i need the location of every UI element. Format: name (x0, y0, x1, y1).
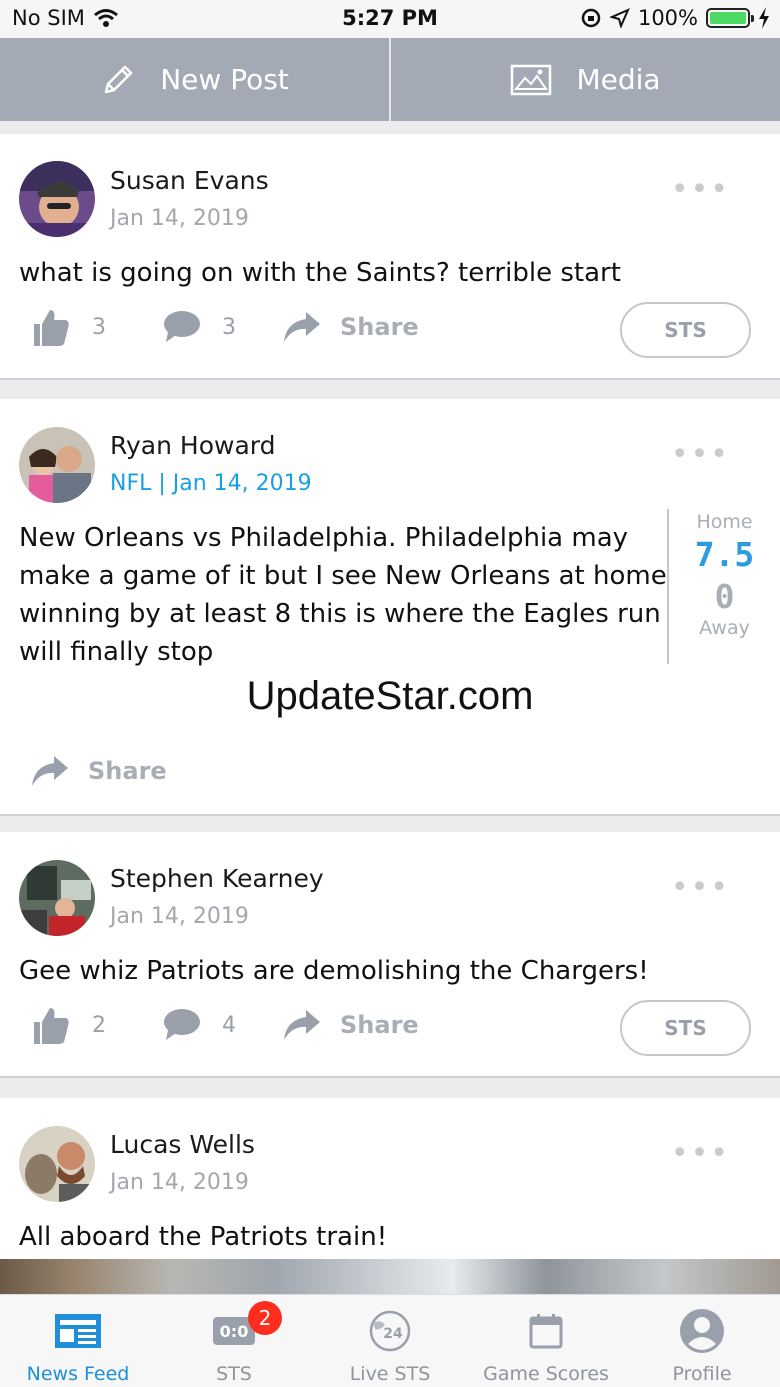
new-post-button[interactable]: New Post (0, 38, 389, 121)
tab-sts[interactable]: 0:0 2 STS (156, 1295, 312, 1387)
post-text: Gee whiz Patriots are demolishing the Ch… (19, 956, 649, 986)
avatar[interactable] (19, 1126, 95, 1202)
post-date: Jan 14, 2019 (110, 904, 249, 929)
comment-count: 3 (222, 314, 236, 340)
post-card: Ryan Howard NFL | Jan 14, 2019 ••• New O… (0, 399, 780, 816)
avatar[interactable] (19, 427, 95, 503)
share-button[interactable]: Share (282, 1008, 419, 1042)
thumbs-up-icon (34, 1008, 69, 1044)
globe-24-icon: 24 (369, 1310, 411, 1352)
share-arrow-icon (32, 756, 68, 786)
thumbs-up-icon (34, 310, 69, 346)
profile-icon (680, 1309, 724, 1353)
share-arrow-icon (284, 1010, 320, 1040)
comment-bubble-icon (164, 1009, 200, 1040)
tab-label: Profile (672, 1363, 732, 1385)
avatar[interactable] (19, 860, 95, 936)
author-name[interactable]: Ryan Howard (110, 431, 275, 460)
orientation-lock-icon (581, 8, 601, 28)
sts-button[interactable]: STS (620, 302, 751, 358)
like-count: 2 (92, 1012, 106, 1038)
like-button[interactable]: 3 (30, 306, 106, 348)
watermark: UpdateStar.com (246, 674, 534, 718)
comment-button[interactable]: 3 (162, 310, 236, 344)
home-score: 7.5 (694, 535, 755, 574)
pencil-icon (104, 65, 133, 93)
comment-button[interactable]: 4 (162, 1008, 236, 1042)
battery-icon (706, 8, 754, 28)
post-date: Jan 14, 2019 (110, 206, 249, 231)
share-label: Share (88, 757, 167, 785)
share-label: Share (340, 313, 419, 341)
comment-count: 4 (222, 1012, 236, 1038)
share-label: Share (340, 1011, 419, 1039)
media-button[interactable]: Media (391, 38, 780, 121)
more-options-icon[interactable]: ••• (671, 1136, 730, 1171)
calendar-icon (529, 1314, 563, 1349)
more-options-icon[interactable]: ••• (671, 870, 730, 905)
post-actions: Share (30, 754, 167, 788)
like-button[interactable]: 2 (30, 1004, 106, 1046)
charging-bolt-icon (759, 7, 769, 29)
tab-label: Live STS (349, 1363, 431, 1385)
away-score: 0 (714, 577, 735, 616)
post-text: All aboard the Patriots train! (19, 1222, 388, 1252)
media-label: Media (576, 63, 661, 96)
share-button[interactable]: Share (30, 754, 167, 788)
post-league-date[interactable]: NFL | Jan 14, 2019 (110, 471, 312, 496)
status-bar: No SIM 5:27 PM 100% (0, 0, 780, 38)
avatar[interactable] (19, 161, 95, 237)
battery-percent: 100% (637, 6, 698, 30)
post-actions: 2 4 Share (30, 1004, 419, 1046)
tab-news-feed[interactable]: News Feed (0, 1295, 156, 1387)
post-date: Jan 14, 2019 (110, 1170, 249, 1195)
tab-live-sts[interactable]: 24 Live STS (312, 1295, 468, 1387)
news-feed[interactable]: Susan Evans Jan 14, 2019 ••• what is goi… (0, 121, 780, 1294)
post-text: what is going on with the Saints? terrib… (19, 258, 621, 288)
prediction-score[interactable]: Home 7.5 0 Away (667, 509, 780, 664)
author-name[interactable]: Susan Evans (110, 166, 269, 195)
post-card: Susan Evans Jan 14, 2019 ••• what is goi… (0, 134, 780, 380)
compose-bar: New Post Media (0, 38, 780, 121)
tab-bar: News Feed 0:0 2 STS 24 Live STS Game Sco… (0, 1294, 780, 1387)
home-label: Home (696, 511, 753, 533)
comment-bubble-icon (164, 311, 200, 342)
share-arrow-icon (284, 312, 320, 342)
author-name[interactable]: Lucas Wells (110, 1130, 255, 1159)
new-post-label: New Post (160, 63, 289, 96)
share-button[interactable]: Share (282, 310, 419, 344)
tab-label: STS (216, 1363, 252, 1385)
away-label: Away (699, 617, 750, 639)
post-actions: 3 3 Share (30, 306, 419, 348)
newspaper-icon (55, 1314, 101, 1348)
globe-24-icon-text: 24 (383, 1326, 403, 1342)
more-options-icon[interactable]: ••• (671, 437, 730, 472)
more-options-icon[interactable]: ••• (671, 172, 730, 207)
tab-label: News Feed (26, 1363, 130, 1385)
image-icon (511, 64, 552, 95)
author-name[interactable]: Stephen Kearney (110, 864, 324, 893)
tab-profile[interactable]: Profile (624, 1295, 780, 1387)
tab-game-scores[interactable]: Game Scores (468, 1295, 624, 1387)
post-text: New Orleans vs Philadelphia. Philadelphi… (19, 523, 667, 667)
tab-label: Game Scores (483, 1363, 609, 1385)
sts-button[interactable]: STS (620, 1000, 751, 1056)
location-arrow-icon (609, 8, 630, 28)
notification-badge: 2 (248, 1301, 282, 1335)
scoreboard-icon-text: 0:0 (220, 1322, 249, 1341)
like-count: 3 (92, 314, 106, 340)
post-card: Stephen Kearney Jan 14, 2019 ••• Gee whi… (0, 832, 780, 1078)
post-photo[interactable] (0, 1259, 780, 1294)
